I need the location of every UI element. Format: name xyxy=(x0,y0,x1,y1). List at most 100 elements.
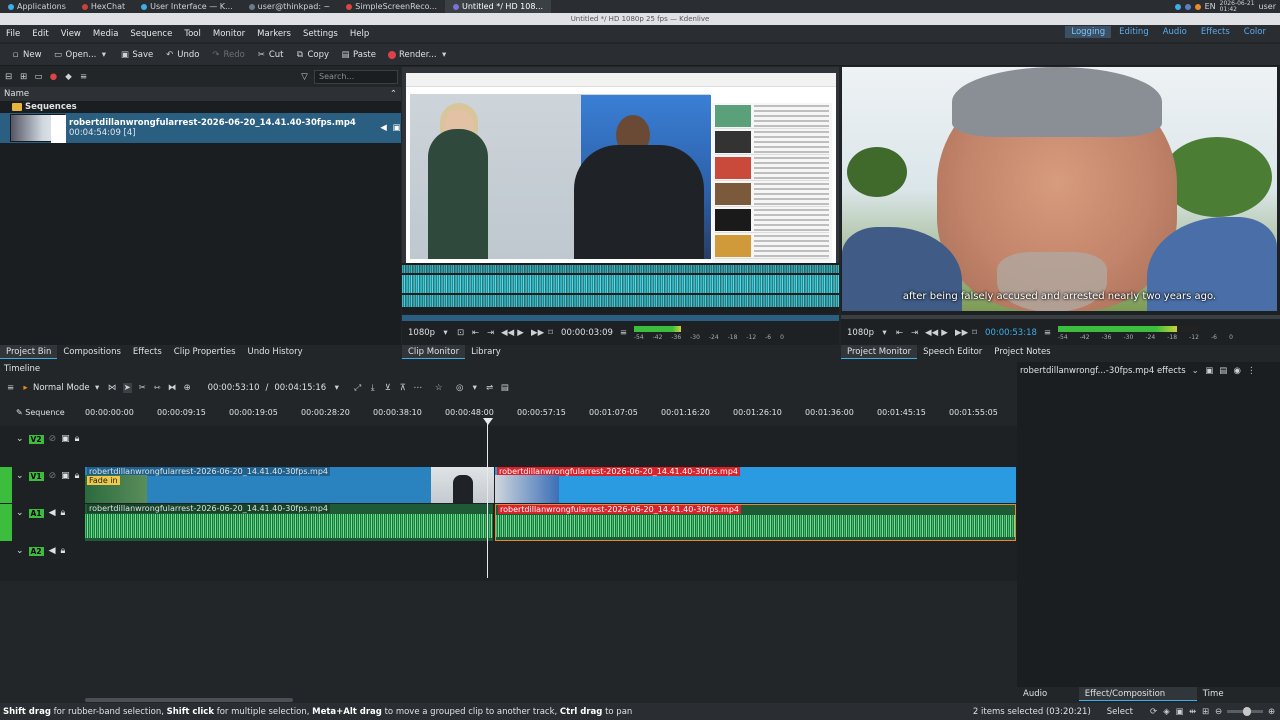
loop-icon[interactable]: ⌑ xyxy=(546,328,555,338)
lock-icon[interactable]: 🔒︎ xyxy=(61,508,66,518)
snap-icon[interactable]: ⟳ xyxy=(1149,707,1158,717)
eye-icon[interactable]: ⊘ xyxy=(49,471,57,481)
bin-clip-item[interactable]: robertdillanwrongfularrest-2026-06-20_14… xyxy=(0,113,401,143)
task-hexchat[interactable]: HexChat xyxy=(74,0,133,13)
audio-clip[interactable]: robertdillanwrongfularrest-2026-06-20_14… xyxy=(85,504,493,541)
lock-icon[interactable]: 🔒︎ xyxy=(75,471,80,481)
play-icon[interactable]: ▶ xyxy=(940,328,949,338)
tab-effect-stack[interactable]: Effect/Composition Stack xyxy=(1078,687,1197,713)
menu-media[interactable]: Media xyxy=(87,29,125,39)
star-icon[interactable]: ☆ xyxy=(434,383,443,393)
menu-icon[interactable]: ≡ xyxy=(619,328,628,338)
edit-mode-select[interactable]: ▸ Normal Mode ▾ xyxy=(21,383,102,393)
tab-project-bin[interactable]: Project Bin xyxy=(0,345,58,359)
chevron-down-icon[interactable]: ▾ xyxy=(441,328,450,338)
razor-tool-icon[interactable]: ✂ xyxy=(138,383,147,393)
render-button[interactable]: Render... ▾ xyxy=(383,46,454,64)
bin-folder-sequences[interactable]: Sequences xyxy=(0,101,401,113)
speaker-icon[interactable]: ◀ xyxy=(49,508,56,518)
split-icon[interactable]: ▣ xyxy=(1205,366,1214,376)
collapse-icon[interactable]: ⌄ xyxy=(16,546,24,556)
open-button[interactable]: ▭ Open... ▾ xyxy=(49,46,114,64)
filter-icon[interactable]: ▽ xyxy=(300,72,309,82)
clip-monitor-scrubber[interactable] xyxy=(402,315,839,321)
lock-icon[interactable]: 🔒︎ xyxy=(75,434,80,444)
safe-zone-icon[interactable]: ⊡ xyxy=(456,328,465,338)
task-user-interface[interactable]: User Interface — K... xyxy=(133,0,241,13)
menu-tool[interactable]: Tool xyxy=(178,29,207,39)
zoom-in-icon[interactable]: ⊕ xyxy=(1267,707,1276,717)
zone-out-icon[interactable]: ⇥ xyxy=(486,328,495,338)
tab-clip-monitor[interactable]: Clip Monitor xyxy=(402,345,466,359)
hamburger-icon[interactable]: ≡ xyxy=(6,383,15,393)
ripple-tool-icon[interactable]: ⊕ xyxy=(183,383,192,393)
workspace-color[interactable]: Color xyxy=(1238,26,1272,38)
tag-icon[interactable]: ◆ xyxy=(64,72,73,82)
tab-speech-editor[interactable]: Speech Editor xyxy=(917,345,988,359)
task-screen-recorder[interactable]: SimpleScreenReco... xyxy=(338,0,445,13)
slip-tool-icon[interactable]: ⧓ xyxy=(168,383,177,393)
zoom-slider[interactable] xyxy=(1227,707,1263,716)
menu-file[interactable]: File xyxy=(0,29,26,39)
playhead-marker[interactable] xyxy=(483,418,493,425)
redo-button[interactable]: ↷ Redo xyxy=(206,46,249,64)
project-monitor-video[interactable]: after being falsely accused and arrested… xyxy=(842,67,1277,311)
tab-effects[interactable]: Effects xyxy=(127,345,168,359)
bin-column-header[interactable]: Name ⌃ xyxy=(0,87,401,101)
collapse-icon[interactable]: ⌄ xyxy=(16,471,24,481)
workspace-audio[interactable]: Audio xyxy=(1157,26,1193,38)
task-terminal[interactable]: user@thinkpad: ~ xyxy=(241,0,339,13)
menu-icon[interactable]: ⋮ xyxy=(1247,366,1256,376)
track-name-v1[interactable]: V1 xyxy=(28,471,44,481)
user-menu[interactable]: user xyxy=(1259,2,1276,11)
undo-button[interactable]: ↶ Undo xyxy=(160,46,204,64)
mixer-icon[interactable]: ⇌ xyxy=(485,383,494,393)
track-name-a1[interactable]: A1 xyxy=(28,508,44,518)
tab-project-notes[interactable]: Project Notes xyxy=(988,345,1056,359)
eye-icon[interactable]: ◉ xyxy=(1233,366,1242,376)
timeline-position[interactable]: 00:00:53:10 xyxy=(198,383,260,393)
zone-in-icon[interactable]: ⇤ xyxy=(471,328,480,338)
more-icon[interactable]: ⋯ xyxy=(413,383,422,393)
video-clip-selected[interactable]: robertdillanwrongfularrest-2026-06-20_14… xyxy=(495,467,1016,503)
bluetooth-icon[interactable] xyxy=(1184,3,1191,10)
view-icon[interactable]: ⊟ xyxy=(4,72,13,82)
menu-monitor[interactable]: Monitor xyxy=(207,29,251,39)
spacer-tool-icon[interactable]: ⇿ xyxy=(153,383,162,393)
tab-time-remapping[interactable]: Time Remapping xyxy=(1197,687,1280,713)
play-icon[interactable]: ▶ xyxy=(516,328,525,338)
tab-undo-history[interactable]: Undo History xyxy=(242,345,309,359)
menu-icon[interactable]: ≡ xyxy=(1043,328,1052,338)
clock[interactable]: 2026-06-21 01:42 xyxy=(1220,0,1255,13)
track-name-a2[interactable]: A2 xyxy=(28,546,44,556)
task-kdenlive[interactable]: Untitled */ HD 108... xyxy=(445,0,552,13)
timeline-scrollbar[interactable] xyxy=(85,698,293,702)
add-clip-icon[interactable]: ▭ xyxy=(34,72,43,82)
new-button[interactable]: ▫ New xyxy=(6,46,47,64)
hide-icon[interactable]: ▣ xyxy=(61,434,70,444)
forward-icon[interactable]: ▶▶ xyxy=(531,328,544,338)
save-icon[interactable]: ▤ xyxy=(1219,366,1228,376)
insert-icon[interactable]: ⤓ xyxy=(368,383,377,393)
update-icon[interactable] xyxy=(1194,3,1201,10)
clip-timecode[interactable]: 00:00:03:09 xyxy=(561,328,613,338)
speaker-icon[interactable]: ◀ xyxy=(49,546,56,556)
copy-button[interactable]: ⧉ Copy xyxy=(290,46,334,64)
save-button[interactable]: ▣ Save xyxy=(115,46,158,64)
tab-project-monitor[interactable]: Project Monitor xyxy=(841,345,918,359)
tab-library[interactable]: Library xyxy=(465,345,507,359)
forward-icon[interactable]: ▶▶ xyxy=(955,328,968,338)
workspace-effects[interactable]: Effects xyxy=(1195,26,1236,38)
menu-settings[interactable]: Settings xyxy=(297,29,344,39)
marker-icon[interactable]: ◎ xyxy=(455,383,464,393)
menu-edit[interactable]: Edit xyxy=(26,29,54,39)
compare-icon[interactable]: ⌄ xyxy=(1191,366,1200,376)
timeline-playhead[interactable] xyxy=(487,418,488,578)
fit-zoom-icon[interactable]: ⤢ xyxy=(353,383,362,393)
tab-clip-properties[interactable]: Clip Properties xyxy=(168,345,242,359)
rewind-icon[interactable]: ◀◀ xyxy=(925,328,938,338)
hide-icon[interactable]: ▣ xyxy=(61,471,70,481)
project-resolution-select[interactable]: 1080p xyxy=(847,328,874,338)
preview-icon[interactable]: ▤ xyxy=(500,383,509,393)
clip-monitor-video[interactable] xyxy=(402,67,839,263)
